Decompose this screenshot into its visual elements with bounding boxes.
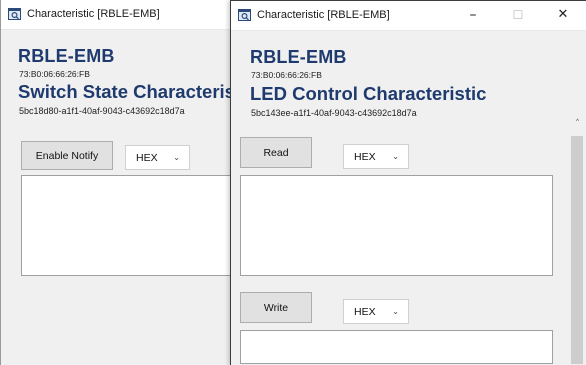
left-characteristic-uuid: 5bc18d80-a1f1-40af-9043-c43692c18d7a [19,106,185,116]
app-icon [8,8,21,20]
chevron-down-icon: ⌄ [392,306,399,316]
read-button[interactable]: Read [240,137,312,168]
scrollbar-thumb[interactable] [571,136,583,364]
right-title-bar[interactable]: Characteristic [RBLE-EMB] – ☐ ✕ [231,1,586,31]
close-button[interactable]: ✕ [553,7,573,22]
read-format-select-value: HEX [354,150,376,163]
left-format-select[interactable]: HEX ⌄ [125,145,190,170]
right-characteristic-name: LED Control Characteristic [250,83,487,104]
maximize-button[interactable]: ☐ [508,8,528,22]
right-characteristic-uuid: 5bc143ee-a1f1-40af-9043-c43692c18d7a [251,108,417,118]
read-format-select[interactable]: HEX ⌄ [343,144,409,169]
left-data-field[interactable] [21,175,240,276]
left-title-bar[interactable]: Characteristic [RBLE-EMB] [1,0,240,30]
app-icon [238,9,251,21]
left-window-title: Characteristic [RBLE-EMB] [27,8,160,20]
left-device-address: 73:B0:06:66:26:FB [19,69,90,79]
write-format-select-value: HEX [354,305,376,318]
right-device-address: 73:B0:06:66:26:FB [251,70,322,80]
left-characteristic-window[interactable]: Characteristic [RBLE-EMB] RBLE-EMB 73:B0… [0,0,240,365]
write-format-select[interactable]: HEX ⌄ [343,299,409,324]
left-format-select-value: HEX [136,151,158,164]
chevron-down-icon: ⌄ [173,152,180,162]
minimize-button[interactable]: – [463,7,483,23]
left-characteristic-name: Switch State Characteristic [18,81,240,102]
write-button[interactable]: Write [240,292,312,323]
read-data-field[interactable] [240,175,553,276]
vertical-scrollbar[interactable]: ˄ [569,116,586,365]
scroll-up-icon[interactable]: ˄ [569,116,586,133]
chevron-down-icon: ⌄ [392,151,399,161]
left-device-name: RBLE-EMB [18,46,115,66]
right-characteristic-window[interactable]: Characteristic [RBLE-EMB] – ☐ ✕ RBLE-EMB… [230,0,586,365]
write-data-field[interactable] [240,330,553,364]
right-device-name: RBLE-EMB [250,47,347,67]
right-window-title: Characteristic [RBLE-EMB] [257,9,390,21]
enable-notify-button[interactable]: Enable Notify [21,141,113,170]
